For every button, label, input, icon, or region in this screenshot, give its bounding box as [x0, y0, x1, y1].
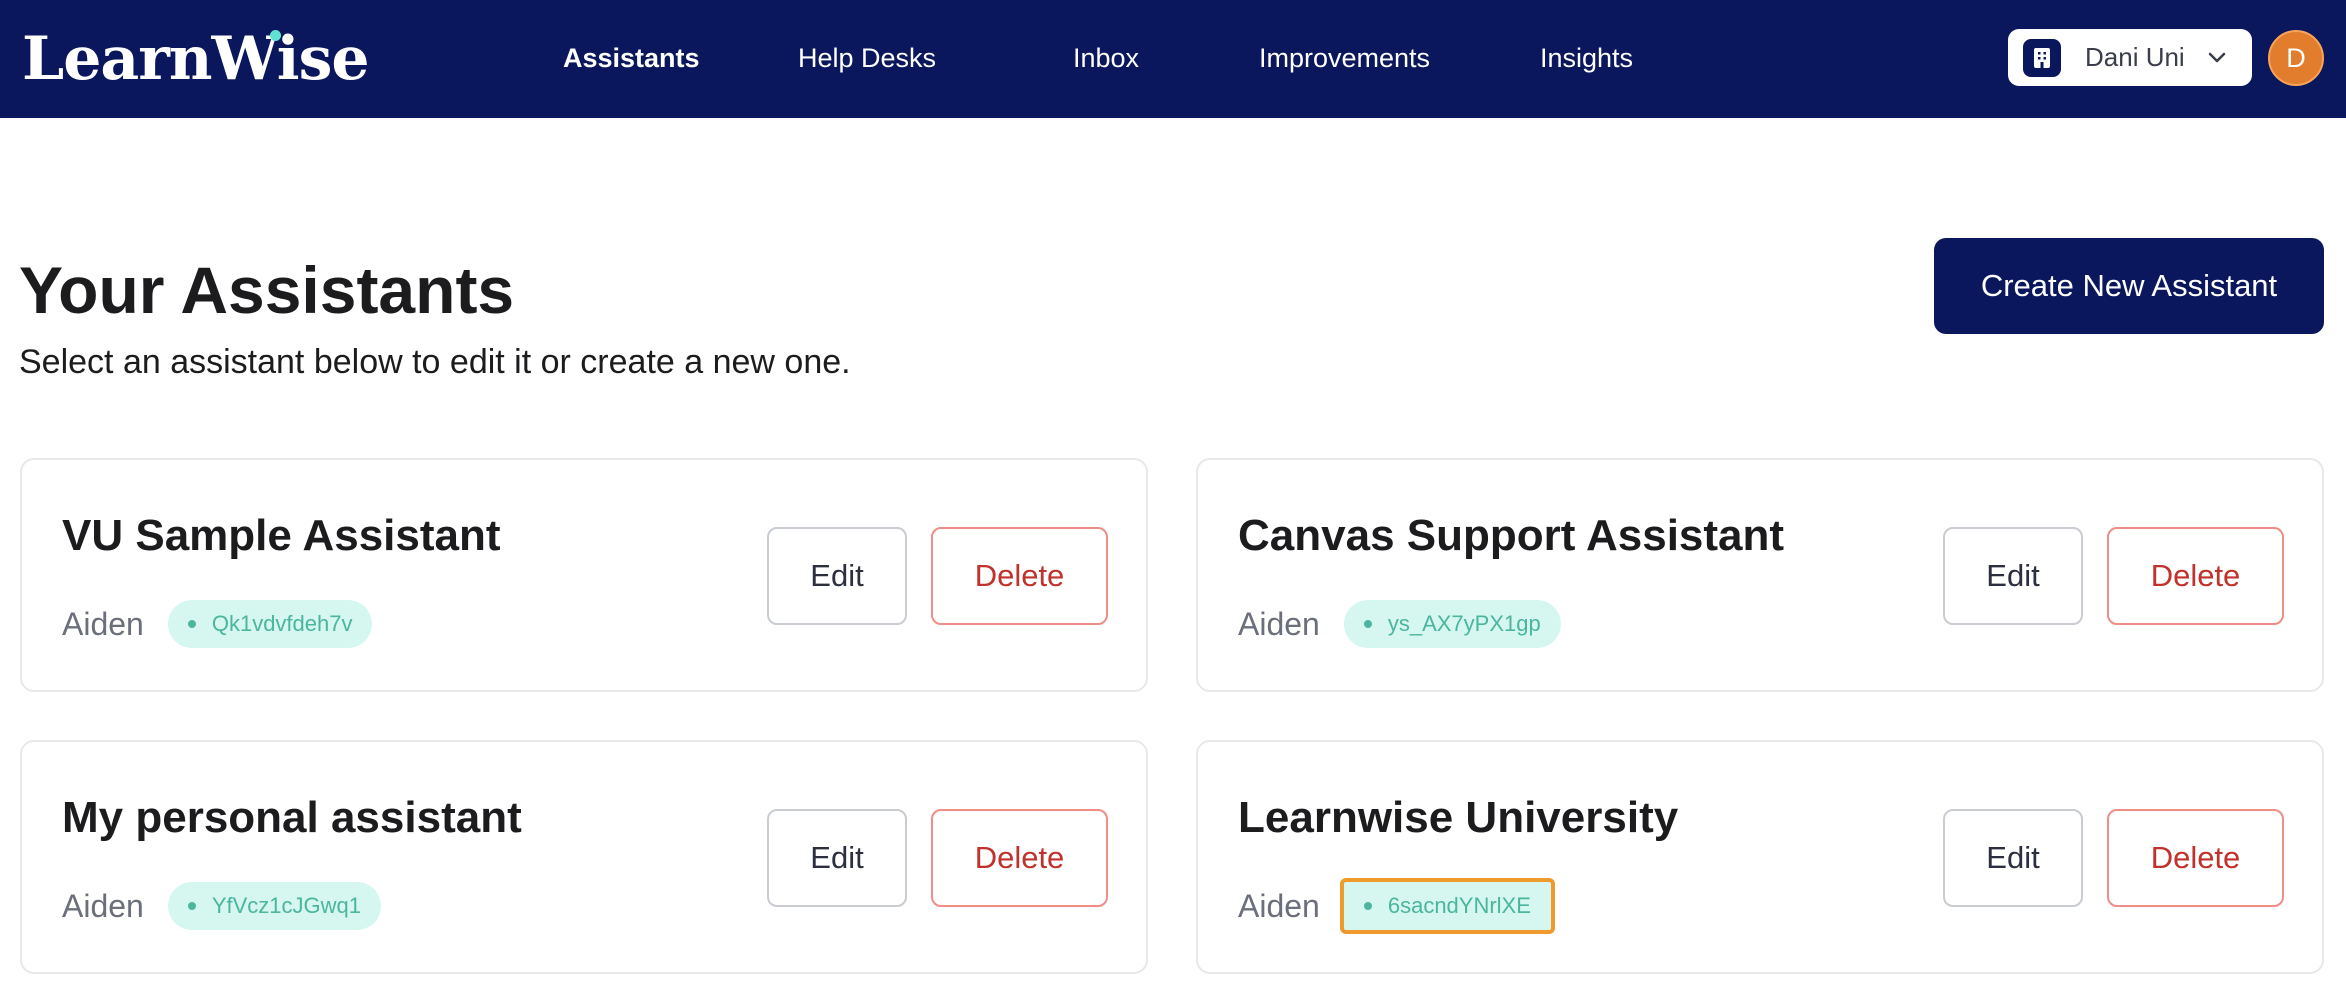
top-navigation-bar: LearnWise Assistants Help Desks Inbox Im…: [0, 0, 2346, 118]
status-dot-icon: [187, 902, 196, 910]
nav-item-insights[interactable]: Insights: [1540, 38, 1633, 78]
organization-name: Dani Uni: [2085, 42, 2185, 72]
assistant-id: Qk1vdvfdeh7v: [211, 611, 353, 636]
assistant-id: 6sacndYNrlXE: [1387, 893, 1531, 918]
nav-item-improvements[interactable]: Improvements: [1259, 38, 1430, 78]
assistant-id-badge[interactable]: ys_AX7yPX1gp: [1343, 600, 1561, 648]
nav-item-assistants[interactable]: Assistants: [563, 38, 700, 78]
assistant-meta: Aiden 6sacndYNrlXE: [1238, 878, 1555, 934]
assistant-name: My personal assistant: [62, 793, 522, 842]
chevron-down-icon: [2207, 48, 2227, 68]
create-new-assistant-button[interactable]: Create New Assistant: [1934, 238, 2324, 334]
edit-button[interactable]: Edit: [767, 527, 907, 625]
assistant-card[interactable]: My personal assistant Aiden YfVcz1cJGwq1…: [20, 740, 1148, 974]
nav-item-help-desks[interactable]: Help Desks: [798, 38, 936, 78]
logo-accent-dot: [270, 30, 281, 41]
delete-button[interactable]: Delete: [931, 527, 1108, 625]
assistant-meta: Aiden ys_AX7yPX1gp: [1238, 600, 1561, 648]
learnwise-logo[interactable]: LearnWise: [22, 14, 370, 104]
edit-button[interactable]: Edit: [767, 809, 907, 907]
assistant-id-badge[interactable]: YfVcz1cJGwq1: [167, 882, 382, 930]
assistant-owner: Aiden: [62, 887, 144, 924]
building-icon: [2023, 38, 2061, 77]
delete-button[interactable]: Delete: [2107, 809, 2284, 907]
assistant-owner: Aiden: [1238, 887, 1320, 924]
assistant-card[interactable]: Learnwise University Aiden 6sacndYNrlXE …: [1196, 740, 2324, 974]
assistant-owner: Aiden: [62, 605, 144, 642]
assistant-id-badge[interactable]: 6sacndYNrlXE: [1339, 878, 1555, 934]
assistant-name: Learnwise University: [1238, 793, 1679, 842]
edit-button[interactable]: Edit: [1943, 809, 2083, 907]
assistant-name: VU Sample Assistant: [62, 511, 501, 560]
delete-button[interactable]: Delete: [931, 809, 1108, 907]
status-dot-icon: [1363, 902, 1372, 910]
assistant-id: ys_AX7yPX1gp: [1387, 611, 1541, 636]
status-dot-icon: [1363, 620, 1372, 628]
nav-item-inbox[interactable]: Inbox: [1073, 38, 1139, 78]
page-title: Your Assistants: [19, 253, 515, 327]
assistant-id: YfVcz1cJGwq1: [211, 893, 362, 918]
assistant-id-badge[interactable]: Qk1vdvfdeh7v: [167, 600, 373, 648]
assistant-name: Canvas Support Assistant: [1238, 511, 1785, 560]
assistant-card[interactable]: VU Sample Assistant Aiden Qk1vdvfdeh7v E…: [20, 458, 1148, 692]
organization-selector[interactable]: Dani Uni: [2008, 29, 2252, 86]
status-dot-icon: [187, 620, 196, 628]
delete-button[interactable]: Delete: [2107, 527, 2284, 625]
assistant-meta: Aiden YfVcz1cJGwq1: [62, 882, 382, 930]
assistant-meta: Aiden Qk1vdvfdeh7v: [62, 600, 373, 648]
user-avatar[interactable]: D: [2268, 30, 2324, 86]
page-subtitle: Select an assistant below to edit it or …: [19, 343, 851, 381]
logo-text: LearnWise: [22, 24, 370, 94]
assistant-card[interactable]: Canvas Support Assistant Aiden ys_AX7yPX…: [1196, 458, 2324, 692]
assistant-owner: Aiden: [1238, 605, 1320, 642]
edit-button[interactable]: Edit: [1943, 527, 2083, 625]
